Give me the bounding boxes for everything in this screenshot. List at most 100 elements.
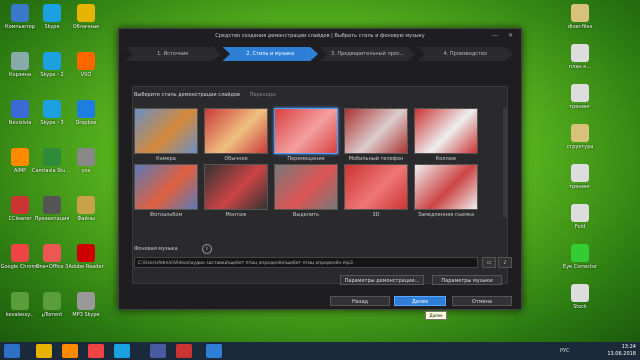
desktop-icon-label: тренинг	[569, 104, 591, 110]
desktop-icon[interactable]: структура	[560, 124, 600, 150]
app-icon	[43, 244, 61, 262]
tab-styles[interactable]: Выберите стиль демонстрации слайдов	[134, 92, 240, 98]
app-icon	[77, 196, 95, 214]
powerdirector-icon[interactable]	[206, 344, 222, 358]
app-icon	[43, 292, 61, 310]
desktop-icon[interactable]: diver-files	[560, 4, 600, 30]
style-thumbnail[interactable]: Выделить	[274, 164, 338, 218]
app-icon[interactable]	[150, 344, 166, 358]
style-preview-image	[414, 108, 478, 154]
app-icon	[43, 100, 61, 118]
style-thumbnail[interactable]: Мобильный телефон	[344, 108, 408, 162]
app-icon	[571, 164, 589, 182]
desktop-icon[interactable]: Fold	[560, 204, 600, 230]
language-indicator[interactable]: РУС	[560, 348, 570, 354]
start-button[interactable]	[4, 344, 20, 358]
app-icon	[77, 244, 95, 262]
style-label: 3D	[372, 212, 380, 218]
cancel-button[interactable]: Отмена	[452, 296, 512, 306]
firefox-icon[interactable]	[62, 344, 78, 358]
back-button[interactable]: Назад	[330, 296, 390, 306]
slideshow-params-button[interactable]: Параметры демонстрации...	[340, 275, 424, 285]
style-label: Коллаж	[435, 156, 457, 162]
app-icon	[77, 292, 95, 310]
desktop-icon[interactable]: yox	[66, 148, 106, 174]
explorer-icon[interactable]	[36, 344, 52, 358]
style-thumbnail[interactable]: Замедленная съемка	[414, 164, 478, 218]
desktop-icon-label: Файлы	[77, 216, 95, 222]
info-icon[interactable]: i	[202, 244, 212, 254]
next-tooltip: Далее	[425, 311, 447, 320]
style-thumbnail[interactable]: Обычное	[204, 108, 268, 162]
style-label: Фотоальбом	[149, 212, 183, 218]
style-preview-image	[344, 164, 408, 210]
desktop-icon-label: Fold	[574, 224, 586, 230]
next-button[interactable]: Далее	[394, 296, 446, 306]
app-icon	[43, 52, 61, 70]
desktop-icon[interactable]: тренинг	[560, 164, 600, 190]
style-label: Обычное	[224, 156, 248, 162]
style-label: Монтаж	[225, 212, 247, 218]
style-thumbnail[interactable]: Перемещение	[274, 108, 338, 162]
app-icon	[571, 124, 589, 142]
player-icon[interactable]	[176, 344, 192, 358]
app-icon	[11, 100, 29, 118]
style-preview-image	[204, 164, 268, 210]
style-preview-image	[274, 108, 338, 154]
chrome-icon[interactable]	[88, 344, 104, 358]
style-scrollbar[interactable]	[503, 108, 508, 218]
desktop-icon[interactable]: Dropbox	[66, 100, 106, 126]
browse-music-button[interactable]: ▭	[482, 257, 496, 268]
style-preview-image	[344, 108, 408, 154]
step-preview[interactable]: 3. Предварительный прос...	[320, 47, 416, 61]
style-thumbnail[interactable]: Камера	[134, 108, 198, 162]
app-icon	[77, 148, 95, 166]
taskbar: РУС 13:24 13.06.2018	[0, 342, 640, 360]
desktop-icon[interactable]: MP3 Skype	[66, 292, 106, 318]
style-label: Выделить	[292, 212, 320, 218]
clock[interactable]: 13:24 13.06.2018	[607, 344, 636, 358]
style-label: Замедленная съемка	[417, 212, 475, 218]
desktop-icon-label: VSO	[80, 72, 92, 78]
desktop-icon[interactable]: план к...	[560, 44, 600, 70]
desktop-icon[interactable]: тренинг	[560, 84, 600, 110]
style-label: Мобильный телефон	[348, 156, 404, 162]
step-style-music[interactable]: 2. Стиль и музыка	[222, 47, 318, 61]
step-production[interactable]: 4. Производство	[417, 47, 513, 61]
skype-icon[interactable]	[114, 344, 130, 358]
app-icon	[43, 4, 61, 22]
minimize-button[interactable]: —	[492, 32, 502, 39]
window-title-text: Средство создания демонстрации слайдов |…	[215, 33, 425, 39]
desktop-icon[interactable]: Файлы	[66, 196, 106, 222]
app-icon	[43, 196, 61, 214]
style-preview-image	[134, 108, 198, 154]
app-icon	[11, 292, 29, 310]
desktop-icon[interactable]: VSO	[66, 52, 106, 78]
style-thumbnail[interactable]: Коллаж	[414, 108, 478, 162]
tab-transitions[interactable]: Переходы	[250, 92, 277, 98]
app-icon	[571, 4, 589, 22]
close-button[interactable]: ✕	[508, 32, 517, 39]
app-icon	[77, 52, 95, 70]
style-thumbnail[interactable]: 3D	[344, 164, 408, 218]
style-preview-image	[274, 164, 338, 210]
app-icon	[77, 100, 95, 118]
desktop-icon-label: структура	[566, 144, 594, 150]
desktop-icon[interactable]: Adobe Reader	[66, 244, 106, 270]
wizard-steps: 1. Источник 2. Стиль и музыка 3. Предвар…	[125, 47, 515, 61]
app-icon	[571, 204, 589, 222]
music-options-icon[interactable]: ♪	[498, 257, 512, 268]
step-source[interactable]: 1. Источник	[125, 47, 221, 61]
desktop-icon-label: diver-files	[567, 24, 593, 30]
style-label: Камера	[156, 156, 176, 162]
desktop-icon[interactable]: Eye Corrector	[560, 244, 600, 270]
music-params-button[interactable]: Параметры музыки	[432, 275, 502, 285]
desktop-icon[interactable]: Stock	[560, 284, 600, 310]
desktop-icon[interactable]: Облачные	[66, 4, 106, 30]
app-icon	[571, 44, 589, 62]
clock-time: 13:24	[621, 344, 636, 350]
style-thumbnail[interactable]: Монтаж	[204, 164, 268, 218]
music-path-field[interactable]: C:\Users\Admin\Videos\аудио заставки\щеб…	[134, 257, 478, 268]
app-icon	[571, 284, 589, 302]
style-thumbnail[interactable]: Фотоальбом	[134, 164, 198, 218]
